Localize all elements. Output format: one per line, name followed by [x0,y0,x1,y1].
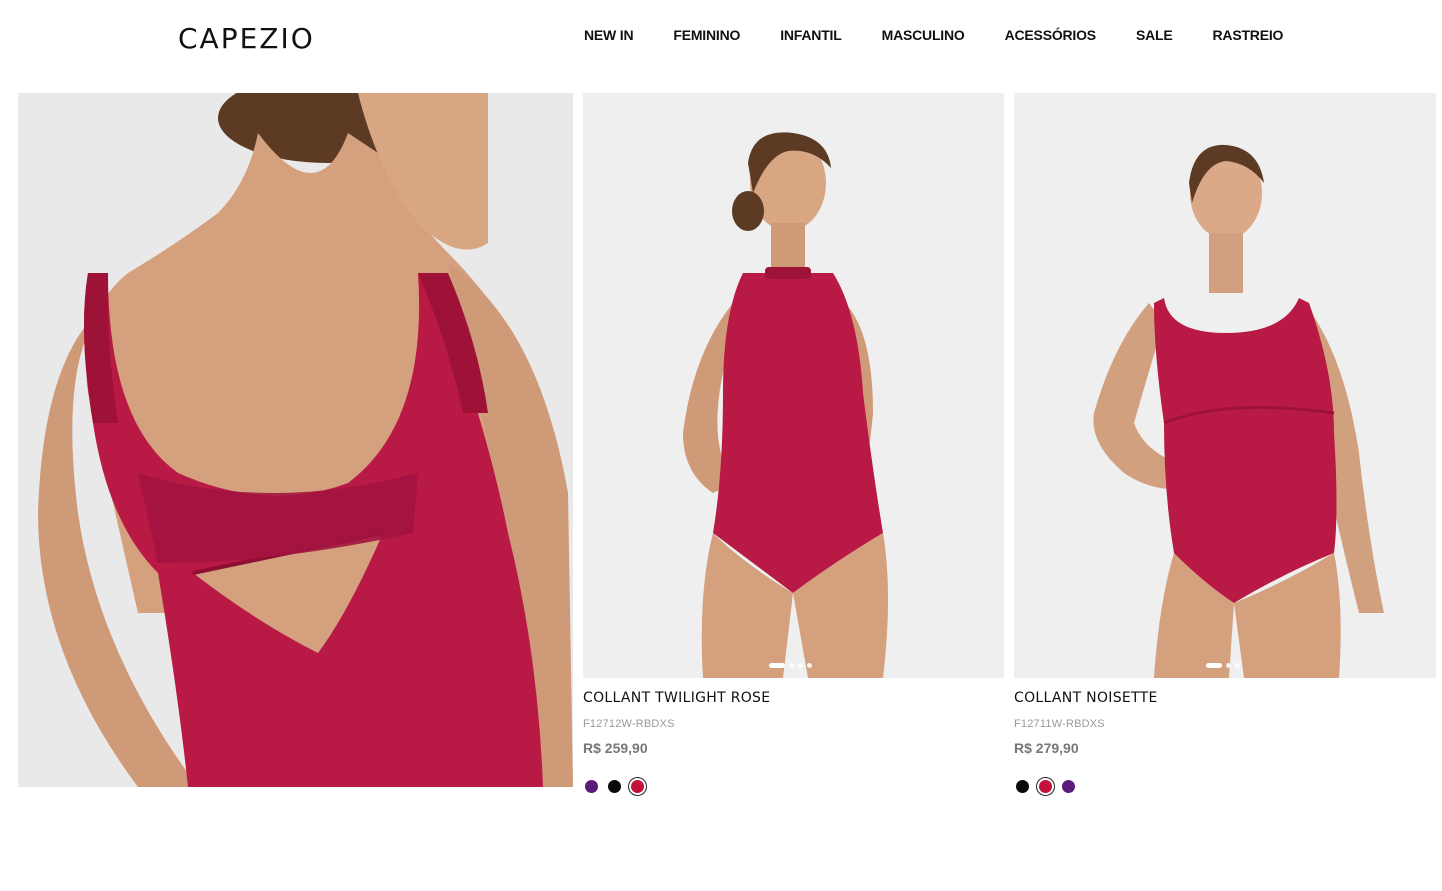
product-price: R$ 279,90 [1014,740,1079,756]
product-image[interactable] [583,93,1004,678]
nav-masculino[interactable]: MASCULINO [882,27,965,43]
site-header: CAPEZIO NEW IN FEMININO INFANTIL MASCULI… [0,0,1442,78]
carousel-dot[interactable] [789,663,794,668]
back-view-illustration [18,93,573,787]
product-name[interactable]: COLLANT TWILIGHT ROSE [583,690,770,706]
swatch-purple[interactable] [583,778,600,795]
swatch-black[interactable] [606,778,623,795]
carousel-dot[interactable] [1206,663,1222,668]
product-card-info: COLLANT TWILIGHT ROSE F12712W-RBDXS R$ 2… [583,690,770,795]
product-card-info: COLLANT NOISETTE F12711W-RBDXS R$ 279,90 [1014,690,1158,795]
main-nav: NEW IN FEMININO INFANTIL MASCULINO ACESS… [584,27,1283,43]
carousel-dot[interactable] [807,663,812,668]
image-carousel-dots [1206,663,1240,668]
capezio-logo[interactable]: CAPEZIO [178,22,315,55]
carousel-dot[interactable] [1235,663,1240,668]
product-sku: F12711W-RBDXS [1014,718,1105,730]
featured-product-image[interactable] [18,93,573,787]
carousel-dot[interactable] [769,663,785,668]
nav-sale[interactable]: SALE [1136,27,1173,43]
swatch-black[interactable] [1014,778,1031,795]
nav-new-in[interactable]: NEW IN [584,27,634,43]
carousel-dot[interactable] [1226,663,1231,668]
product-image[interactable] [1014,93,1436,678]
image-carousel-dots [769,663,812,668]
color-swatches [1014,778,1158,795]
color-swatches [583,778,770,795]
nav-infantil[interactable]: INFANTIL [780,27,842,43]
nav-rastreio[interactable]: RASTREIO [1213,27,1284,43]
carousel-dot[interactable] [798,663,803,668]
nav-feminino[interactable]: FEMININO [673,27,740,43]
product-name[interactable]: COLLANT NOISETTE [1014,690,1158,706]
front-view-illustration [1014,93,1436,678]
product-price: R$ 259,90 [583,740,648,756]
swatch-purple[interactable] [1060,778,1077,795]
front-view-illustration [583,93,1004,678]
nav-acessorios[interactable]: ACESSÓRIOS [1005,27,1097,43]
product-sku: F12712W-RBDXS [583,718,675,730]
swatch-red[interactable] [1037,778,1054,795]
swatch-red[interactable] [629,778,646,795]
